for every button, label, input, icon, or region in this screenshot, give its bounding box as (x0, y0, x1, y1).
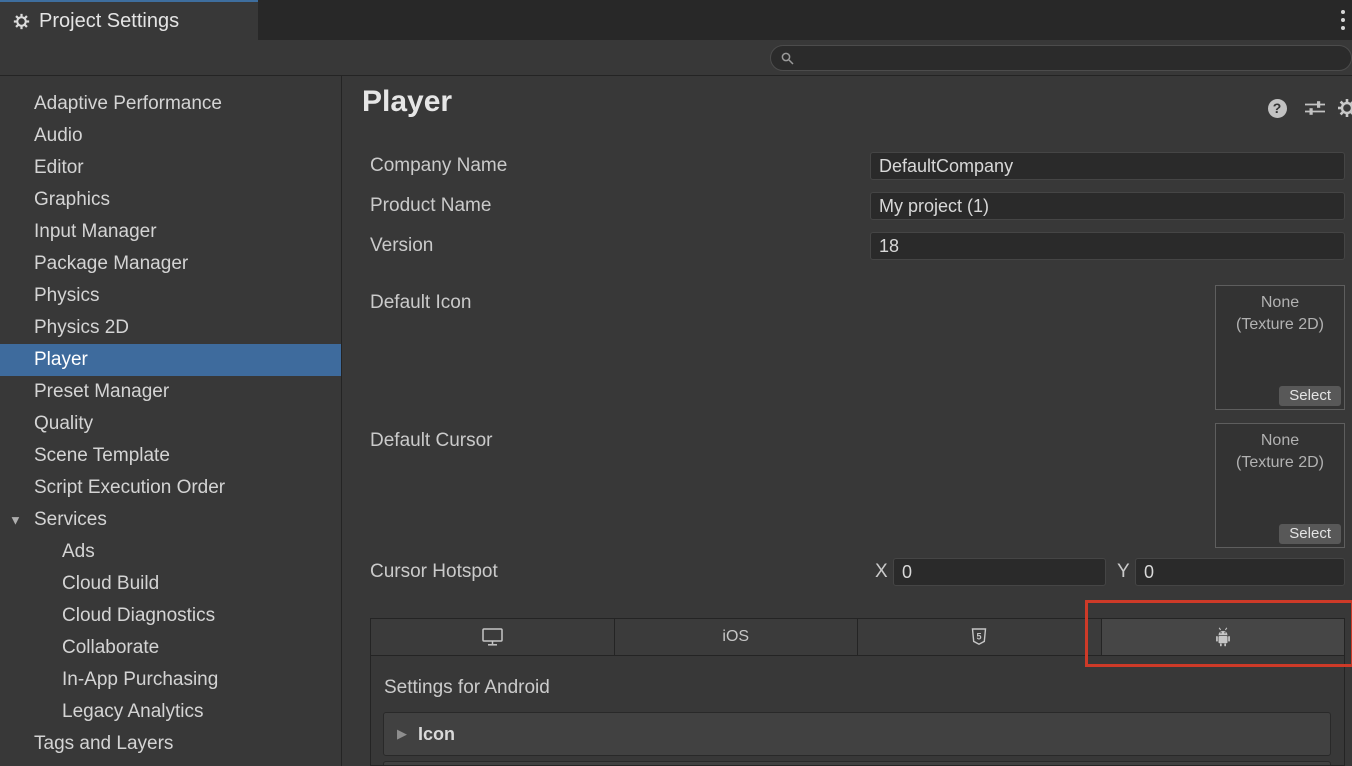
gear-icon[interactable] (1337, 98, 1352, 118)
svg-text:5: 5 (977, 632, 982, 642)
sidebar-item-label: Player (34, 349, 88, 371)
sidebar-item-preset-manager[interactable]: Preset Manager (0, 376, 341, 408)
sidebar-item-script-execution-order[interactable]: Script Execution Order (0, 472, 341, 504)
version-input[interactable] (870, 232, 1345, 260)
sidebar-item-label: Script Execution Order (34, 477, 225, 499)
default-icon-select-button[interactable]: Select (1279, 386, 1341, 406)
sidebar-item-label: Adaptive Performance (34, 93, 222, 115)
sidebar-item-label: Graphics (34, 189, 110, 211)
sidebar-item-player[interactable]: Player (0, 344, 341, 376)
search-box[interactable] (770, 45, 1352, 71)
toolbar (0, 40, 1352, 76)
sidebar-item-legacy-analytics[interactable]: Legacy Analytics (0, 696, 341, 728)
settings-category-list: Adaptive Performance Audio Editor Graphics I… (0, 76, 342, 766)
sidebar-item-scene-template[interactable]: Scene Template (0, 440, 341, 472)
sidebar-item-tags-and-layers[interactable]: Tags and Layers (0, 728, 341, 760)
sidebar-item-quality[interactable]: Quality (0, 408, 341, 440)
sidebar-item-label: Services (34, 509, 107, 531)
default-cursor-select-button[interactable]: Select (1279, 524, 1341, 544)
settings-for-header: Settings for Android (384, 677, 550, 699)
foldout-closed-icon[interactable]: ▶ (397, 726, 407, 742)
sidebar-item-label: Quality (34, 413, 93, 435)
sidebar-item-package-manager[interactable]: Package Manager (0, 248, 341, 280)
hotspot-y-label: Y (1117, 558, 1137, 586)
ios-label: iOS (722, 628, 749, 646)
window-title: Project Settings (39, 10, 179, 33)
sidebar-item-editor[interactable]: Editor (0, 152, 341, 184)
sidebar-item-label: Physics 2D (34, 317, 129, 339)
html5-icon: 5 (971, 628, 987, 646)
sidebar-item-cloud-diagnostics[interactable]: Cloud Diagnostics (0, 600, 341, 632)
company-name-input[interactable] (870, 152, 1345, 180)
platform-tab-bar: iOS 5 (371, 619, 1344, 656)
sidebar-item-textmesh-pro[interactable]: TextMesh Pro (0, 760, 341, 766)
sidebar-item-ads[interactable]: Ads (0, 536, 341, 568)
next-foldout-partial[interactable] (383, 761, 1331, 766)
sidebar-item-cloud-build[interactable]: Cloud Build (0, 568, 341, 600)
tab-ios[interactable]: iOS (615, 619, 858, 655)
foldout-open-icon[interactable]: ▼ (9, 513, 22, 528)
icon-foldout[interactable]: ▶ Icon (383, 712, 1331, 756)
sidebar-item-label: Package Manager (34, 253, 188, 275)
sidebar-item-label: Input Manager (34, 221, 157, 243)
project-settings-window: Project Settings Adaptive Performance Aud… (0, 0, 1352, 766)
help-icon[interactable]: ? (1267, 98, 1287, 118)
sidebar-item-graphics[interactable]: Graphics (0, 184, 341, 216)
sidebar-item-label: Legacy Analytics (62, 701, 204, 723)
sidebar-item-label: Collaborate (62, 637, 159, 659)
company-name-label: Company Name (370, 152, 830, 180)
default-icon-object-picker[interactable]: None (Texture 2D) Select (1215, 285, 1345, 410)
default-cursor-object-picker[interactable]: None (Texture 2D) Select (1215, 423, 1345, 548)
sidebar-item-physics-2d[interactable]: Physics 2D (0, 312, 341, 344)
version-label: Version (370, 232, 830, 260)
titlebar: Project Settings (0, 0, 1352, 40)
sidebar-item-label: Audio (34, 125, 83, 147)
sidebar-item-collaborate[interactable]: Collaborate (0, 632, 341, 664)
search-input[interactable] (801, 49, 1341, 68)
hotspot-x-input[interactable] (893, 558, 1106, 586)
product-name-input[interactable] (870, 192, 1345, 220)
page-title: Player (362, 85, 452, 119)
sidebar-item-label: Physics (34, 285, 99, 307)
sidebar-item-physics[interactable]: Physics (0, 280, 341, 312)
sidebar-item-in-app-purchasing[interactable]: In-App Purchasing (0, 664, 341, 696)
hotspot-y-input[interactable] (1135, 558, 1345, 586)
player-settings-panel: Player ? Company N (343, 76, 1352, 766)
android-icon (1214, 627, 1232, 647)
sidebar-item-label: Ads (62, 541, 95, 563)
default-icon-label: Default Icon (370, 289, 830, 317)
sidebar-item-audio[interactable]: Audio (0, 120, 341, 152)
default-cursor-none-text: None (Texture 2D) (1216, 430, 1344, 474)
sidebar-item-input-manager[interactable]: Input Manager (0, 216, 341, 248)
project-settings-tab[interactable]: Project Settings (0, 0, 258, 40)
tab-android[interactable] (1102, 619, 1345, 655)
gear-icon (13, 13, 30, 30)
search-icon[interactable] (781, 52, 794, 65)
default-cursor-label: Default Cursor (370, 427, 830, 455)
presets-icon[interactable] (1305, 98, 1325, 118)
sidebar-item-adaptive-performance[interactable]: Adaptive Performance (0, 88, 341, 120)
monitor-icon (482, 628, 503, 646)
icon-foldout-label: Icon (418, 724, 455, 745)
sidebar-item-label: Editor (34, 157, 84, 179)
sidebar-item-label: Cloud Build (62, 573, 159, 595)
tab-webgl[interactable]: 5 (858, 619, 1101, 655)
sidebar-item-label: Scene Template (34, 445, 170, 467)
platform-settings-box: iOS 5 (370, 618, 1345, 766)
tab-standalone[interactable] (371, 619, 614, 655)
sidebar-item-label: Cloud Diagnostics (62, 605, 215, 627)
kebab-menu-icon[interactable] (1337, 7, 1349, 33)
hotspot-x-label: X (875, 558, 895, 586)
sidebar-item-services[interactable]: ▼ Services (0, 504, 341, 536)
product-name-label: Product Name (370, 192, 830, 220)
default-icon-none-text: None (Texture 2D) (1216, 292, 1344, 336)
sidebar-item-label: Preset Manager (34, 381, 169, 403)
cursor-hotspot-label: Cursor Hotspot (370, 558, 830, 586)
sidebar-item-label: Tags and Layers (34, 733, 173, 755)
sidebar-item-label: In-App Purchasing (62, 669, 218, 691)
